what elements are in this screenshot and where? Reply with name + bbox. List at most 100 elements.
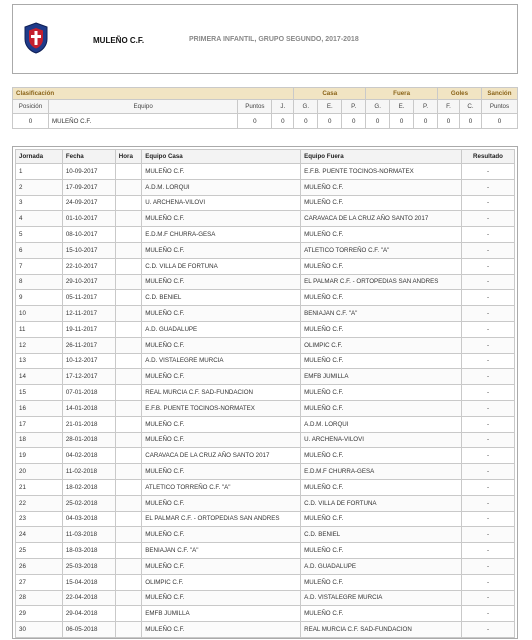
results-cell: - [461,289,515,307]
results-cell: 06-05-2018 [61,621,116,638]
results-cell: - [461,384,515,401]
results-cell: - [461,415,515,433]
results-table: Jornada Fecha Hora Equipo Casa Equipo Fuera R… [15,149,515,638]
classification-cell: 0 [480,113,519,129]
results-cell: 04-03-2018 [61,510,116,528]
club-crest-icon [24,22,48,54]
table-row: 13 10-12-2017 A.D. VISTALEGRE MURCIA MULEÑO… [15,352,515,370]
results-cell: MULEÑO C.F. [141,336,302,354]
results-cell: MULEÑO C.F. [300,194,463,212]
results-cell [114,163,143,180]
results-cell: 18 [15,431,63,449]
results-cell: MULEÑO C.F. [300,478,463,496]
results-cell: MULEÑO C.F. [141,415,302,433]
results-cell: - [461,163,515,180]
results-cell: - [461,621,515,638]
results-cell: 14-01-2018 [61,399,116,417]
results-cell: 17-12-2017 [61,368,116,386]
results-cell [114,178,143,196]
results-cell: 20 [15,463,63,480]
results-cell: C.D. BENIEL [141,289,302,307]
results-col-header: Equipo Fuera [300,149,463,164]
results-cell: MULEÑO C.F. [300,510,463,528]
results-cell: 08-10-2017 [61,226,116,243]
results-cell: - [461,194,515,212]
results-cell [114,384,143,401]
classification-col-header: J. [271,99,295,114]
results-cell: MULEÑO C.F. [141,368,302,386]
classification-col-header: G. [293,99,319,114]
results-cell: 24-09-2017 [61,194,116,212]
results-cell: 30 [15,621,63,638]
results-cell: MULEÑO C.F. [300,320,463,338]
classification-cell: 0 [341,113,367,129]
results-cell: 01-10-2017 [61,210,116,228]
results-cell: MULEÑO C.F. [300,399,463,417]
results-cell: 22-04-2018 [61,589,116,607]
results-cell: 21 [15,478,63,496]
results-cell: A.D.M. LORQUI [141,178,302,196]
results-cell: 28 [15,589,63,607]
classification-cell: 0 [293,113,319,129]
results-cell: - [461,557,515,575]
results-cell: - [461,431,515,449]
classification-col-header: C. [458,99,482,114]
results-col-header: Equipo Casa [141,149,302,164]
results-cell [114,415,143,433]
results-cell [114,368,143,386]
results-cell [114,352,143,370]
results-cell: 3 [15,194,63,212]
results-cell: MULEÑO C.F. [141,305,302,322]
results-cell: MULEÑO C.F. [300,605,463,623]
results-cell: 07-01-2018 [61,384,116,401]
results-cell: - [461,305,515,322]
table-row: 29 29-04-2018 EMFB JUMILLA MULEÑO C.F. - [15,605,515,623]
results-cell: - [461,352,515,370]
classification-cell: 0 [389,113,415,129]
results-cell: - [461,226,515,243]
results-cell: 19-11-2017 [61,320,116,338]
results-panel: Jornada Fecha Hora Equipo Casa Equipo Fuera R… [12,146,518,639]
results-cell: - [461,494,515,512]
results-cell: 23 [15,510,63,528]
results-cell: REAL MURCIA C.F. SAD-FUNDACION [300,621,463,638]
table-row: 28 22-04-2018 MULEÑO C.F. A.D. VISTALEGRE M… [15,589,515,607]
results-cell: 14 [15,368,63,386]
classification-col-header: P. [341,99,367,114]
results-cell: - [461,478,515,496]
results-cell: 25-03-2018 [61,557,116,575]
results-cell: 25 [15,542,63,559]
results-cell: 5 [15,226,63,243]
results-cell: 9 [15,289,63,307]
results-cell: - [461,573,515,591]
results-cell: A.D. GUADALUPE [141,320,302,338]
table-row: 20 11-02-2018 MULEÑO C.F. E.D.M.F CHURRA-GE… [15,463,515,480]
table-row: 10 12-11-2017 MULEÑO C.F. BENIAJAN C.F. "A"… [15,305,515,322]
results-cell: OLIMPIC C.F. [300,336,463,354]
results-cell: MULEÑO C.F. [141,494,302,512]
results-cell: MULEÑO C.F. [141,463,302,480]
results-cell [114,589,143,607]
table-row: 16 14-01-2018 E.F.B. PUENTE TOCINOS-NORMAT… [15,399,515,417]
results-cell: - [461,320,515,338]
results-cell [114,447,143,465]
results-cell: 7 [15,257,63,275]
results-cell: MULEÑO C.F. [300,352,463,370]
results-cell: 22 [15,494,63,512]
results-cell: MULEÑO C.F. [300,226,463,243]
results-cell: 4 [15,210,63,228]
table-row: 15 07-01-2018 REAL MURCIA C.F. SAD-FUNDACI… [15,384,515,401]
results-col-header: Fecha [61,149,116,164]
results-cell: 15 [15,384,63,401]
classification-col-header: Puntos [480,99,519,114]
table-row: 23 04-03-2018 EL PALMAR C.F. - ORTOPEDIAS … [15,510,515,528]
results-cell [114,336,143,354]
results-cell: OLIMPIC C.F. [141,573,302,591]
group-casa: Casa [293,87,367,100]
results-cell: 17-09-2017 [61,178,116,196]
classification-col-header: Equipo [47,99,239,114]
results-cell: 26-11-2017 [61,336,116,354]
results-cell [114,194,143,212]
results-cell [114,621,143,638]
results-cell: CARAVACA DE LA CRUZ AÑO SANTO 2017 [141,447,302,465]
